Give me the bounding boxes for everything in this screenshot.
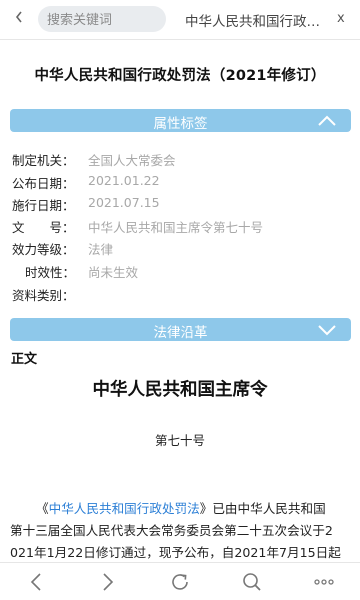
close-button[interactable]: x <box>337 11 345 26</box>
history-section-label: 法律沿革 <box>153 325 208 341</box>
paragraph-suffix: 》已由中华人民共和国 <box>199 501 326 516</box>
arrow-left-icon[interactable] <box>24 569 50 595</box>
attribute-key: 资料类别： <box>12 288 75 303</box>
attributes-section-header[interactable]: 属性标签 <box>10 109 351 132</box>
refresh-icon[interactable] <box>167 569 193 595</box>
attribute-key: 施行日期： <box>12 198 75 213</box>
chevron-left-icon[interactable] <box>9 6 31 28</box>
attribute-row-document-number: 文 号： 中华人民共和国主席令第七十号 <box>12 217 352 235</box>
arrow-right-icon[interactable] <box>94 569 120 595</box>
paragraph-line: 021年1月22日修订通过，现予公布，自2021年7月15日起 <box>10 545 341 560</box>
search-placeholder[interactable]: 搜索关键词 <box>47 9 112 28</box>
page-tab-title: 中华人民共和国行政处罚法（2021年修订） <box>185 14 323 30</box>
attribute-value: 中华人民共和国主席令第七十号 <box>88 220 264 235</box>
attribute-value: 全国人大常委会 <box>88 153 176 168</box>
chevron-up-icon[interactable] <box>317 114 337 127</box>
attribute-row-effective-date: 施行日期： 2021.07.15 <box>12 195 352 213</box>
main-text-label: 正文 <box>11 352 38 367</box>
attribute-value: 尚未生效 <box>88 265 139 280</box>
search-icon[interactable] <box>239 569 265 595</box>
chevron-down-icon[interactable] <box>317 323 337 336</box>
attribute-value: 法律 <box>88 242 114 257</box>
attribute-value: 2021.01.22 <box>88 173 160 188</box>
attributes-section-label: 属性标签 <box>153 116 208 132</box>
attribute-key: 时效性： <box>25 265 76 280</box>
bottom-nav-bar <box>0 562 360 600</box>
attribute-key: 效力等级： <box>12 242 75 257</box>
history-section-header[interactable]: 法律沿革 <box>10 318 351 341</box>
paragraph-line: 《中华人民共和国行政处罚法》已由中华人民共和国 <box>10 498 352 517</box>
attribute-row-legal-level: 效力等级： 法律 <box>12 239 352 257</box>
attribute-row-validity: 时效性： 尚未生效 <box>12 262 352 280</box>
attribute-row-category: 资料类别： <box>12 285 352 303</box>
top-bar: 搜索关键词 中华人民共和国行政处罚法（2021年修订） x <box>0 0 360 40</box>
paragraph-prefix: 《 <box>36 501 49 516</box>
attribute-key: 文 号： <box>12 220 75 235</box>
attribute-row-publish-date: 公布日期： 2021.01.22 <box>12 173 352 191</box>
attribute-row-issuer: 制定机关： 全国人大常委会 <box>12 150 352 168</box>
decree-heading: 中华人民共和国主席令 <box>92 380 268 400</box>
decree-number: 第七十号 <box>154 433 205 448</box>
attribute-key: 公布日期： <box>12 176 75 191</box>
attribute-value: 2021.07.15 <box>88 195 160 210</box>
more-icon[interactable] <box>311 569 337 595</box>
attribute-key: 制定机关： <box>12 153 75 168</box>
law-link[interactable]: 中华人民共和国行政处罚法 <box>49 501 200 516</box>
paragraph-line: 第十三届全国人民代表大会常务委员会第二十五次会议于2 <box>10 523 333 538</box>
document-title: 中华人民共和国行政处罚法（2021年修订） <box>34 68 326 84</box>
